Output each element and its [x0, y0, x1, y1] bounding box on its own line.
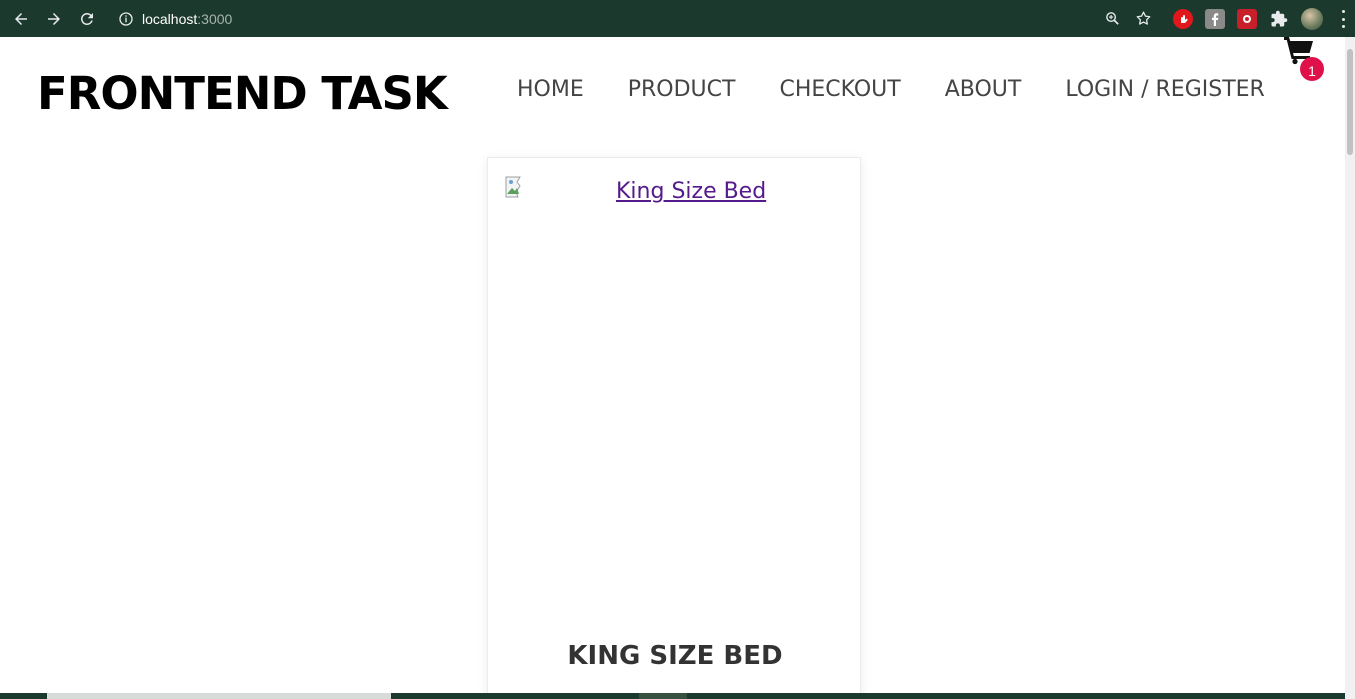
broken-image-icon [505, 176, 521, 198]
browser-toolbar: localhost:3000 [0, 0, 1355, 37]
star-icon[interactable] [1135, 10, 1152, 27]
nav-product[interactable]: PRODUCT [628, 77, 736, 102]
site-header: FRONTEND TASK HOME PRODUCT CHECKOUT ABOU… [0, 37, 1345, 147]
product-image[interactable]: King Size Bed [504, 174, 844, 614]
back-arrow-icon[interactable] [9, 7, 33, 31]
nav-home[interactable]: HOME [517, 77, 584, 102]
taskbar-item[interactable] [639, 693, 687, 699]
product-image-alt-link[interactable]: King Size Bed [616, 179, 766, 204]
info-icon[interactable] [118, 11, 134, 27]
product-card[interactable]: King Size Bed KING SIZE BED [487, 157, 861, 699]
profile-avatar[interactable] [1301, 8, 1323, 30]
main-nav: HOME PRODUCT CHECKOUT ABOUT LOGIN / REGI… [517, 77, 1265, 102]
product-title[interactable]: KING SIZE BED [488, 641, 862, 671]
forward-arrow-icon[interactable] [42, 7, 66, 31]
taskbar-item[interactable] [47, 693, 391, 699]
scrollbar-thumb[interactable] [1347, 49, 1353, 155]
page-scrollbar[interactable] [1345, 37, 1355, 699]
zoom-icon[interactable] [1104, 10, 1121, 27]
taskbar [0, 693, 1345, 699]
url-port: :3000 [197, 10, 233, 27]
address-bar[interactable]: localhost:3000 [108, 4, 1160, 33]
nav-checkout[interactable]: CHECKOUT [779, 77, 900, 102]
adblock-extension-icon[interactable] [1173, 9, 1193, 29]
red-extension-icon[interactable] [1237, 9, 1257, 29]
reload-icon[interactable] [75, 7, 99, 31]
nav-login-register[interactable]: LOGIN / REGISTER [1065, 77, 1265, 102]
facebook-extension-icon[interactable] [1205, 9, 1225, 29]
url-text: localhost:3000 [142, 11, 232, 27]
nav-about[interactable]: ABOUT [945, 77, 1022, 102]
site-logo[interactable]: FRONTEND TASK [37, 67, 448, 120]
cart-count-badge: 1 [1300, 57, 1324, 81]
url-host: localhost [142, 10, 198, 27]
puzzle-icon[interactable] [1269, 9, 1289, 29]
menu-kebab-icon[interactable] [1337, 10, 1349, 28]
